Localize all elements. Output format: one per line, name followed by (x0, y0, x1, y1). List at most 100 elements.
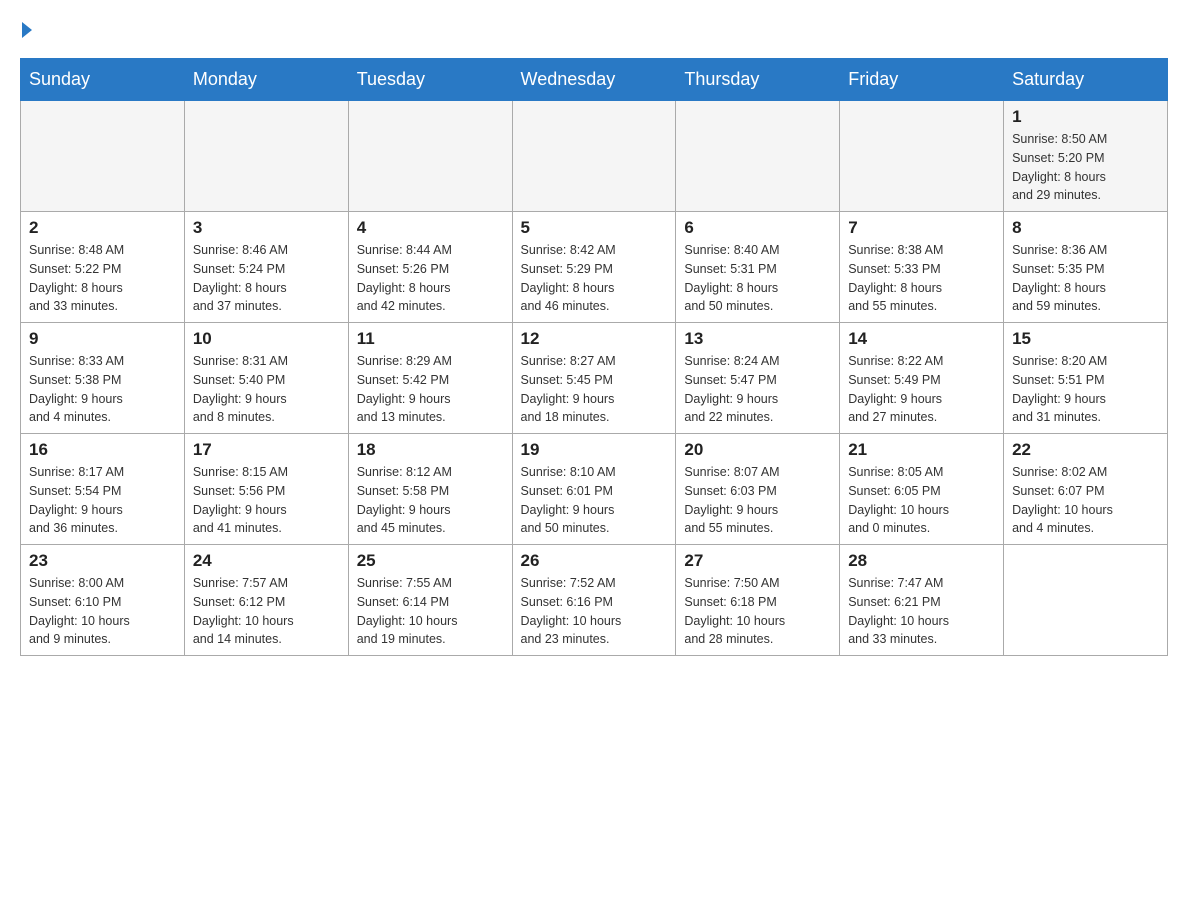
day-number: 21 (848, 440, 995, 460)
day-info: Sunrise: 8:50 AM Sunset: 5:20 PM Dayligh… (1012, 130, 1159, 205)
calendar-cell: 5 Sunrise: 8:42 AM Sunset: 5:29 PM Daylig… (512, 212, 676, 323)
day-number: 18 (357, 440, 504, 460)
day-number: 2 (29, 218, 176, 238)
calendar-cell: 20Sunrise: 8:07 AM Sunset: 6:03 PM Dayli… (676, 434, 840, 545)
calendar-cell: 11 Sunrise: 8:29 AM Sunset: 5:42 PM Dayli… (348, 323, 512, 434)
day-info: Sunrise: 8:12 AM Sunset: 5:58 PM Dayligh… (357, 463, 504, 538)
day-info: Sunrise: 8:33 AM Sunset: 5:38 PM Dayligh… (29, 352, 176, 427)
calendar-week-3: 9Sunrise: 8:33 AM Sunset: 5:38 PM Daylig… (21, 323, 1168, 434)
day-number: 20 (684, 440, 831, 460)
day-info: Sunrise: 8:00 AM Sunset: 6:10 PM Dayligh… (29, 574, 176, 649)
calendar-cell (840, 101, 1004, 212)
day-number: 7 (848, 218, 995, 238)
day-info: Sunrise: 8:15 AM Sunset: 5:56 PM Dayligh… (193, 463, 340, 538)
day-number: 14 (848, 329, 995, 349)
weekday-header-saturday: Saturday (1004, 59, 1168, 101)
calendar-cell: 25 Sunrise: 7:55 AM Sunset: 6:14 PM Dayli… (348, 545, 512, 656)
day-info: Sunrise: 8:17 AM Sunset: 5:54 PM Dayligh… (29, 463, 176, 538)
day-info: Sunrise: 7:47 AM Sunset: 6:21 PM Dayligh… (848, 574, 995, 649)
day-number: 22 (1012, 440, 1159, 460)
day-info: Sunrise: 8:38 AM Sunset: 5:33 PM Dayligh… (848, 241, 995, 316)
weekday-header-monday: Monday (184, 59, 348, 101)
calendar-cell (512, 101, 676, 212)
calendar-cell: 3Sunrise: 8:46 AM Sunset: 5:24 PM Daylig… (184, 212, 348, 323)
day-number: 3 (193, 218, 340, 238)
day-number: 19 (521, 440, 668, 460)
day-info: Sunrise: 7:50 AM Sunset: 6:18 PM Dayligh… (684, 574, 831, 649)
day-info: Sunrise: 8:31 AM Sunset: 5:40 PM Dayligh… (193, 352, 340, 427)
calendar-week-1: 1 Sunrise: 8:50 AM Sunset: 5:20 PM Daylig… (21, 101, 1168, 212)
weekday-header-thursday: Thursday (676, 59, 840, 101)
calendar-cell (21, 101, 185, 212)
day-number: 8 (1012, 218, 1159, 238)
calendar-cell: 14 Sunrise: 8:22 AM Sunset: 5:49 PM Dayli… (840, 323, 1004, 434)
weekday-header-friday: Friday (840, 59, 1004, 101)
day-info: Sunrise: 7:52 AM Sunset: 6:16 PM Dayligh… (521, 574, 668, 649)
calendar-cell: 10 Sunrise: 8:31 AM Sunset: 5:40 PM Dayli… (184, 323, 348, 434)
calendar-cell: 23 Sunrise: 8:00 AM Sunset: 6:10 PM Dayli… (21, 545, 185, 656)
calendar-cell: 21 Sunrise: 8:05 AM Sunset: 6:05 PM Dayli… (840, 434, 1004, 545)
day-number: 23 (29, 551, 176, 571)
calendar-cell (184, 101, 348, 212)
day-info: Sunrise: 8:29 AM Sunset: 5:42 PM Dayligh… (357, 352, 504, 427)
day-info: Sunrise: 8:22 AM Sunset: 5:49 PM Dayligh… (848, 352, 995, 427)
day-info: Sunrise: 8:05 AM Sunset: 6:05 PM Dayligh… (848, 463, 995, 538)
calendar-cell: 22 Sunrise: 8:02 AM Sunset: 6:07 PM Dayli… (1004, 434, 1168, 545)
day-number: 25 (357, 551, 504, 571)
day-number: 5 (521, 218, 668, 238)
day-number: 15 (1012, 329, 1159, 349)
calendar-cell (676, 101, 840, 212)
calendar-cell: 9Sunrise: 8:33 AM Sunset: 5:38 PM Daylig… (21, 323, 185, 434)
calendar-week-4: 16 Sunrise: 8:17 AM Sunset: 5:54 PM Dayli… (21, 434, 1168, 545)
weekday-header-wednesday: Wednesday (512, 59, 676, 101)
day-info: Sunrise: 7:57 AM Sunset: 6:12 PM Dayligh… (193, 574, 340, 649)
calendar-cell: 6 Sunrise: 8:40 AM Sunset: 5:31 PM Daylig… (676, 212, 840, 323)
calendar-cell: 19 Sunrise: 8:10 AM Sunset: 6:01 PM Dayli… (512, 434, 676, 545)
calendar-cell: 17 Sunrise: 8:15 AM Sunset: 5:56 PM Dayli… (184, 434, 348, 545)
page-header (20, 20, 1168, 38)
day-number: 6 (684, 218, 831, 238)
day-info: Sunrise: 8:40 AM Sunset: 5:31 PM Dayligh… (684, 241, 831, 316)
day-info: Sunrise: 8:36 AM Sunset: 5:35 PM Dayligh… (1012, 241, 1159, 316)
calendar-cell: 16 Sunrise: 8:17 AM Sunset: 5:54 PM Dayli… (21, 434, 185, 545)
calendar-cell: 15Sunrise: 8:20 AM Sunset: 5:51 PM Dayli… (1004, 323, 1168, 434)
calendar-cell: 7 Sunrise: 8:38 AM Sunset: 5:33 PM Daylig… (840, 212, 1004, 323)
weekday-header-tuesday: Tuesday (348, 59, 512, 101)
calendar-cell: 2 Sunrise: 8:48 AM Sunset: 5:22 PM Daylig… (21, 212, 185, 323)
day-info: Sunrise: 8:02 AM Sunset: 6:07 PM Dayligh… (1012, 463, 1159, 538)
calendar-cell: 12 Sunrise: 8:27 AM Sunset: 5:45 PM Dayli… (512, 323, 676, 434)
day-number: 1 (1012, 107, 1159, 127)
day-info: Sunrise: 8:10 AM Sunset: 6:01 PM Dayligh… (521, 463, 668, 538)
day-info: Sunrise: 8:24 AM Sunset: 5:47 PM Dayligh… (684, 352, 831, 427)
day-number: 17 (193, 440, 340, 460)
calendar-week-2: 2 Sunrise: 8:48 AM Sunset: 5:22 PM Daylig… (21, 212, 1168, 323)
calendar-cell: 27 Sunrise: 7:50 AM Sunset: 6:18 PM Dayli… (676, 545, 840, 656)
day-number: 4 (357, 218, 504, 238)
calendar-cell: 4Sunrise: 8:44 AM Sunset: 5:26 PM Daylig… (348, 212, 512, 323)
day-info: Sunrise: 8:48 AM Sunset: 5:22 PM Dayligh… (29, 241, 176, 316)
day-number: 27 (684, 551, 831, 571)
calendar-cell: 24 Sunrise: 7:57 AM Sunset: 6:12 PM Dayli… (184, 545, 348, 656)
calendar-cell: 8 Sunrise: 8:36 AM Sunset: 5:35 PM Daylig… (1004, 212, 1168, 323)
calendar-cell: 28Sunrise: 7:47 AM Sunset: 6:21 PM Dayli… (840, 545, 1004, 656)
calendar-week-5: 23 Sunrise: 8:00 AM Sunset: 6:10 PM Dayli… (21, 545, 1168, 656)
calendar-cell: 18 Sunrise: 8:12 AM Sunset: 5:58 PM Dayli… (348, 434, 512, 545)
day-number: 12 (521, 329, 668, 349)
day-number: 13 (684, 329, 831, 349)
logo (20, 20, 32, 38)
logo-arrow-icon (22, 22, 32, 38)
day-number: 16 (29, 440, 176, 460)
day-info: Sunrise: 8:42 AM Sunset: 5:29 PM Dayligh… (521, 241, 668, 316)
calendar-cell: 26 Sunrise: 7:52 AM Sunset: 6:16 PM Dayli… (512, 545, 676, 656)
calendar-cell (1004, 545, 1168, 656)
calendar-table: SundayMondayTuesdayWednesdayThursdayFrid… (20, 58, 1168, 656)
day-number: 26 (521, 551, 668, 571)
day-number: 10 (193, 329, 340, 349)
day-number: 24 (193, 551, 340, 571)
day-info: Sunrise: 7:55 AM Sunset: 6:14 PM Dayligh… (357, 574, 504, 649)
day-number: 11 (357, 329, 504, 349)
calendar-cell (348, 101, 512, 212)
calendar-cell: 1 Sunrise: 8:50 AM Sunset: 5:20 PM Daylig… (1004, 101, 1168, 212)
weekday-header-sunday: Sunday (21, 59, 185, 101)
day-info: Sunrise: 8:27 AM Sunset: 5:45 PM Dayligh… (521, 352, 668, 427)
